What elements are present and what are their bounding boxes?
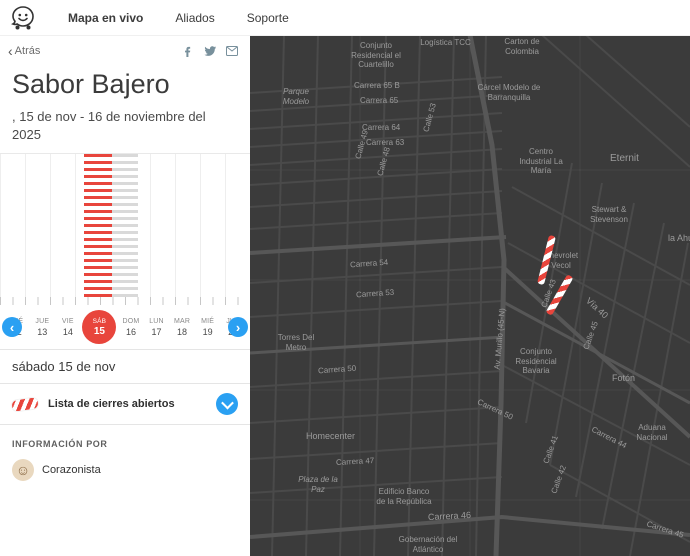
event-panel: ‹ Atrás Sabor Bajero , 15 de nov - 16 de… <box>0 35 250 556</box>
email-icon[interactable] <box>226 46 238 56</box>
timeline-tick-marks <box>0 297 250 306</box>
day-abbr: SÁB <box>92 317 107 325</box>
map-label: Logística TCC <box>420 38 471 47</box>
next-day-button[interactable]: › <box>228 317 248 338</box>
map-label: Carton de Colombia <box>504 37 540 56</box>
provider-avatar: ☺ <box>12 459 34 482</box>
map-label: Carrera 65 <box>360 96 399 105</box>
day-item-dom16[interactable]: DOM 16 <box>120 318 142 337</box>
nav-item-aliados[interactable]: Aliados <box>175 11 214 25</box>
map-label: Conjunto Residencial Bavaria <box>515 347 557 376</box>
top-navbar: Mapa en vivo Aliados Soporte <box>0 0 690 36</box>
facebook-icon[interactable] <box>183 46 194 57</box>
day-num: 18 <box>177 326 188 337</box>
day-item-lun17[interactable]: LUN 17 <box>146 318 168 337</box>
day-num: 14 <box>62 326 73 337</box>
nav-item-mapa-en-vivo[interactable]: Mapa en vivo <box>68 11 143 25</box>
chevron-down-icon <box>220 396 234 410</box>
closures-label: Lista de cierres abiertos <box>48 398 175 411</box>
closure-timeline-chart <box>0 153 250 298</box>
day-item-mar18[interactable]: MAR 18 <box>171 318 193 337</box>
provider-row: ☺ Corazonista <box>0 453 250 487</box>
twitter-icon[interactable] <box>204 45 216 57</box>
back-button[interactable]: ‹ Atrás <box>8 43 41 59</box>
page-title: Sabor Bajero <box>12 69 170 99</box>
day-num: 19 <box>202 326 213 337</box>
map-label: Cárcel Modelo de Barranquilla <box>477 83 541 102</box>
map-label: Aduana Nacional <box>636 423 668 442</box>
day-num: 16 <box>125 326 136 337</box>
map-label: Carrera 63 <box>366 138 405 147</box>
day-num: 15 <box>93 325 105 337</box>
map-label: Plaza de la Paz <box>298 475 338 494</box>
day-abbr: MAR <box>173 317 191 325</box>
prev-day-button[interactable]: ‹ <box>2 317 22 338</box>
day-abbr: LUN <box>149 317 164 325</box>
map-label: Parque Modelo <box>282 87 310 106</box>
day-selector: ‹ MIÉ 12 JUE 13 VIE 14 SÁB 15 DOM 16 <box>0 305 250 349</box>
map-label: Homecenter <box>306 431 356 441</box>
provider-name: Corazonista <box>42 464 101 477</box>
striped-barrier-icon <box>11 396 39 412</box>
map-label: Torres Del Metro <box>277 333 315 352</box>
expand-closures-button[interactable] <box>216 393 238 416</box>
closure-active-column <box>84 154 112 298</box>
day-num: 13 <box>37 326 48 337</box>
event-date-range: , 15 de nov - 16 de noviembre del 2025 <box>12 109 206 142</box>
info-by-heading: INFORMACIÓN POR <box>12 439 108 450</box>
nav-item-soporte[interactable]: Soporte <box>247 11 289 25</box>
waze-logo-icon[interactable] <box>10 5 36 31</box>
map-label: Gobernación del Atlántico <box>398 535 458 554</box>
map-label: Eternit <box>610 153 639 164</box>
live-map[interactable]: Conjunto Residencial el Cuartelillo Logí… <box>250 35 690 556</box>
chevron-left-icon: ‹ <box>8 43 13 59</box>
day-item-vie14[interactable]: VIE 14 <box>57 318 79 337</box>
back-row: ‹ Atrás <box>0 35 250 61</box>
map-label: Stewart & Stevenson <box>590 205 628 224</box>
waze-smiley-icon <box>11 5 34 29</box>
day-abbr: VIE <box>61 317 74 325</box>
selected-day-heading: sábado 15 de nov <box>0 349 250 385</box>
day-abbr: JUE <box>35 317 50 325</box>
map-label: la Ahu <box>668 233 690 243</box>
day-item-sab15-selected[interactable]: SÁB 15 <box>82 310 117 345</box>
day-abbr: MIÉ <box>201 317 215 325</box>
closures-list-row[interactable]: Lista de cierres abiertos <box>0 384 250 426</box>
map-label: Centro Industrial La María <box>519 147 563 176</box>
back-label: Atrás <box>14 45 41 57</box>
map-label: Edificio Banco de la República <box>376 487 432 506</box>
page: Mapa en vivo Aliados Soporte ‹ Atrás Sab… <box>0 0 690 556</box>
map-label: Carrera 65 B <box>354 81 400 90</box>
share-icons <box>183 45 238 57</box>
day-item-mie19[interactable]: MIÉ 19 <box>197 318 219 337</box>
map-label: Fotón <box>612 373 636 383</box>
map-label: Carrera 64 <box>362 123 401 132</box>
day-num: 17 <box>151 326 162 337</box>
closure-secondary-column <box>112 154 138 298</box>
map-label: Conjunto Residencial el Cuartelillo <box>351 41 401 70</box>
day-item-jue13[interactable]: JUE 13 <box>31 318 53 337</box>
day-abbr: DOM <box>122 317 140 325</box>
